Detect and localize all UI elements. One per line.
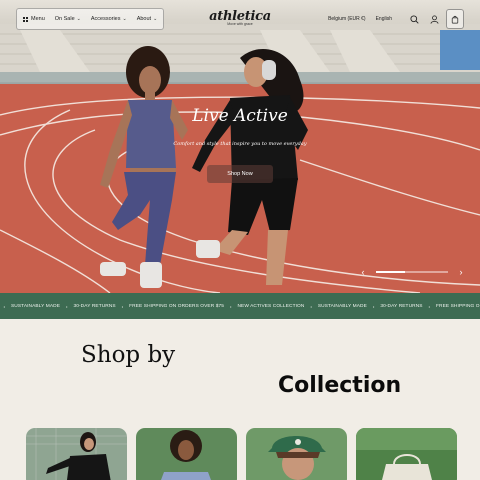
section-heading-collection: Collection bbox=[278, 373, 402, 398]
brand-logo[interactable]: athletica Move with grace bbox=[200, 9, 280, 26]
slider-progress bbox=[376, 271, 448, 273]
marquee-item: FREE SHIPPING ON ORDERS OVER $75 bbox=[436, 303, 480, 309]
account-icon[interactable] bbox=[426, 11, 442, 27]
marquee-item: SUSTAINABLY MADE bbox=[317, 303, 367, 309]
marquee-separator: • bbox=[230, 303, 232, 309]
nav-item-about[interactable]: About ⌄ bbox=[137, 16, 158, 22]
announcement-marquee: N•SUSTAINABLY MADE•30-DAY RETURNS•FREE S… bbox=[0, 293, 480, 319]
marquee-separator: • bbox=[428, 303, 430, 309]
marquee-item: SUSTAINABLY MADE bbox=[10, 303, 61, 309]
marquee-item: 30-DAY RETURNS bbox=[73, 303, 116, 309]
nav-item-on-sale[interactable]: On Sale ⌄ bbox=[55, 16, 81, 22]
marquee-separator: • bbox=[66, 303, 68, 309]
marquee-item: NEW ACTIVES COLLECTION bbox=[237, 303, 305, 309]
collection-card-image bbox=[356, 428, 457, 480]
cart-icon[interactable] bbox=[446, 9, 464, 29]
hero-banner: Live Active Comfort and style that inspi… bbox=[0, 0, 480, 293]
collection-card[interactable] bbox=[356, 428, 457, 480]
section-heading-shop-by: Shop by bbox=[81, 342, 176, 368]
marquee-separator: • bbox=[121, 303, 124, 309]
hero-subtitle: Comfort and style that inspire you to mo… bbox=[173, 141, 307, 147]
search-icon[interactable] bbox=[406, 11, 422, 27]
slider-next-icon[interactable]: › bbox=[456, 266, 466, 278]
language-selector[interactable]: English bbox=[376, 16, 392, 22]
chevron-down-icon: ⌄ bbox=[76, 16, 81, 22]
grid-menu-icon bbox=[23, 16, 28, 22]
hero-title: Live Active bbox=[192, 106, 288, 126]
locale-selector[interactable]: Belgium (EUR €) bbox=[328, 16, 366, 22]
collection-card[interactable] bbox=[136, 428, 237, 480]
collection-card[interactable] bbox=[26, 428, 127, 480]
main-nav: Menu On Sale ⌄ Accessories ⌄ About ⌄ bbox=[16, 8, 165, 30]
shop-now-button[interactable]: Shop Now bbox=[207, 165, 273, 183]
slider-progress-fill bbox=[376, 271, 405, 273]
nav-item-label: On Sale bbox=[54, 16, 75, 22]
nav-item-label: Accessories bbox=[90, 16, 121, 22]
slider-controls: ‹ › bbox=[358, 266, 466, 278]
collection-cards bbox=[26, 428, 457, 480]
utility-nav: Belgium (EUR €) English bbox=[328, 8, 464, 30]
chevron-down-icon: ⌄ bbox=[153, 16, 158, 22]
nav-item-accessories[interactable]: Accessories ⌄ bbox=[91, 16, 127, 22]
marquee-row: N•SUSTAINABLY MADE•30-DAY RETURNS•FREE S… bbox=[0, 293, 480, 319]
marquee-separator: • bbox=[310, 303, 312, 309]
site-header: Menu On Sale ⌄ Accessories ⌄ About ⌄ ath… bbox=[8, 8, 472, 30]
collection-card[interactable] bbox=[246, 428, 347, 480]
nav-item-label: About bbox=[136, 16, 152, 22]
menu-label: Menu bbox=[31, 16, 45, 22]
collection-card-image bbox=[136, 428, 237, 480]
collection-card-image bbox=[246, 428, 347, 480]
marquee-item: 30-DAY RETURNS bbox=[380, 303, 423, 309]
marquee-item: FREE SHIPPING ON ORDERS OVER $75 bbox=[129, 303, 225, 309]
chevron-down-icon: ⌄ bbox=[122, 16, 127, 22]
menu-button[interactable]: Menu bbox=[23, 16, 45, 22]
slider-prev-icon[interactable]: ‹ bbox=[358, 266, 368, 278]
marquee-separator: • bbox=[3, 303, 5, 309]
collection-card-image bbox=[26, 428, 127, 480]
marquee-separator: • bbox=[372, 303, 375, 309]
